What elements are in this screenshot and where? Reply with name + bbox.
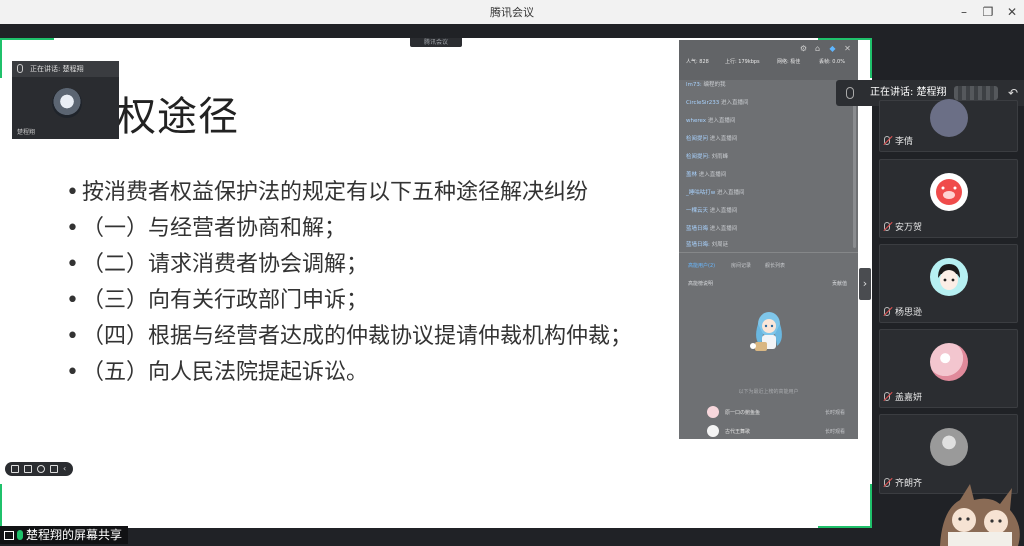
avatar <box>707 425 719 437</box>
collapse-panel-chevron-icon[interactable]: › <box>859 268 871 300</box>
stat-network: 网络: 极佳 <box>777 59 801 65</box>
share-mini-toolbar[interactable]: ‹ <box>5 462 73 476</box>
avatar <box>930 428 968 466</box>
chat-message: lm73: 编程的我 <box>686 82 726 88</box>
speaker-thumbnail[interactable]: 正在讲话: 楚程翔 楚程翔 <box>12 61 119 139</box>
corner-sticker-icon <box>940 484 1020 546</box>
blurred-avatar <box>954 86 998 100</box>
mic-muted-icon <box>884 392 890 401</box>
mascot-icon <box>750 312 782 351</box>
title-bar[interactable]: 腾讯会议 – ❐ ✕ <box>0 0 1024 24</box>
stat-upload: 上行: 179kbps <box>725 59 760 65</box>
chat-message: _睡咕咕打w 进入直播间 <box>686 190 745 196</box>
slide-bullet: • （二）请求消费者协会调解； <box>66 252 369 277</box>
chat-message: 蓝墙日晦: 刘周廷 <box>686 242 729 248</box>
tab-high-energy[interactable]: 高能用户(2) <box>688 262 715 269</box>
tab-captain-list[interactable]: 舰长列表 <box>765 262 785 269</box>
speaker-thumb-name: 楚程翔 <box>17 129 36 136</box>
participant-tile[interactable]: 李倩 <box>879 99 1018 152</box>
share-tag[interactable]: 腾讯会议 <box>410 38 462 47</box>
pin-icon[interactable]: ◆ <box>828 44 837 53</box>
window-title: 腾讯会议 <box>490 6 534 19</box>
slide-bullet: • （四）根据与经营者达成的仲裁协议提请仲裁机构仲裁； <box>66 324 633 349</box>
live-panel-tabs: 高能用户(2) 房间记录 舰长列表 <box>679 262 858 274</box>
chat-message: 一棵云天 进入直播间 <box>686 208 738 214</box>
mic-icon <box>846 87 854 99</box>
chat-message: wherex 进入直播间 <box>686 118 736 124</box>
pig-avatar-icon <box>936 179 962 205</box>
screen-share-label: 楚程翔的屏幕共享 <box>0 526 129 544</box>
mic-muted-icon <box>884 222 890 231</box>
leaderboard-help[interactable]: 高能榜说明 <box>688 280 713 287</box>
settings-icon[interactable]: ⚙ <box>799 44 808 53</box>
participant-tile[interactable]: 杨思逊 <box>879 244 1018 323</box>
leaderboard-hint: 以下为最近上榜的高能用户 <box>738 389 799 395</box>
anime-avatar-icon <box>938 264 960 290</box>
tencent-meeting-window: 腾讯会议 – ❐ ✕ 腾讯会议 权途径 • 按消费者权益保护法的规定有以下五种途径… <box>0 0 1024 546</box>
chat-message: 盖林 进入直播间 <box>686 172 727 178</box>
chat-message: CircleSir233 进入直播间 <box>686 100 749 106</box>
slide-title: 权途径 <box>116 94 239 140</box>
avatar <box>930 343 968 381</box>
mic-muted-icon <box>884 136 890 145</box>
viewer-item[interactable]: 原一口の鲍鱼鱼 长时观看 <box>707 406 851 418</box>
slide-bullet: • （一）与经营者协商和解； <box>66 216 347 241</box>
minimize-icon[interactable]: – <box>953 2 975 22</box>
chat-message: 检阅提问 进入直播间 <box>686 136 738 142</box>
panel-divider <box>679 252 858 253</box>
avatar <box>930 173 968 211</box>
slide-bullet: • 按消费者权益保护法的规定有以下五种途径解决纠纷 <box>66 180 589 205</box>
avatar <box>707 406 719 418</box>
close-icon[interactable]: ✕ <box>1001 2 1023 22</box>
chat-message: 蓝墙日晦 进入直播间 <box>686 226 738 232</box>
speaker-thumb-bar: 正在讲话: 楚程翔 <box>12 61 119 77</box>
annotate-icon[interactable] <box>11 465 19 473</box>
chat-scrollbar[interactable] <box>853 88 856 248</box>
mic-muted-icon <box>884 478 890 487</box>
stat-loss: 丢帧: 0.0% <box>819 59 845 65</box>
contribution-label: 贡献值 <box>832 281 848 287</box>
share-border-left-top <box>0 38 2 78</box>
share-border-right-bottom <box>870 484 872 528</box>
chat-icon[interactable] <box>50 465 58 473</box>
participant-tile[interactable]: 盖嘉妍 <box>879 329 1018 408</box>
share-border-right-top <box>870 38 872 78</box>
lock-icon[interactable]: ⌂ <box>813 44 822 53</box>
mic-icon <box>17 64 23 73</box>
mic-muted-icon <box>884 307 890 316</box>
avatar <box>930 258 968 296</box>
chat-message: 检阅提问: 刘雨峰 <box>686 154 729 160</box>
avatar <box>52 88 82 118</box>
camera-icon[interactable] <box>37 465 45 473</box>
participant-tile[interactable]: 安万贺 <box>879 159 1018 238</box>
screen-icon[interactable] <box>24 465 32 473</box>
stat-popularity: 人气: 828 <box>686 59 709 65</box>
live-chat-panel[interactable]: ⚙ ⌂ ◆ ✕ 人气: 828 上行: 179kbps 网络: 极佳 丢帧: 0… <box>679 40 858 439</box>
viewer-item[interactable]: 古代王舞歌 长时观看 <box>707 425 851 437</box>
share-border-bottom-right <box>818 526 872 528</box>
live-panel-header: ⚙ ⌂ ◆ ✕ 人气: 828 上行: 179kbps 网络: 极佳 丢帧: 0… <box>679 40 858 80</box>
screen-share-icon <box>4 531 14 540</box>
chevron-left-icon[interactable]: ‹ <box>63 465 71 473</box>
slide-bullet: • （三）向有关行政部门申诉； <box>66 288 369 313</box>
share-border-top-left <box>0 38 54 40</box>
avatar <box>930 99 968 137</box>
share-border-left-bottom <box>0 484 2 528</box>
slide-bullet: • （五）向人民法院提起诉讼。 <box>66 360 369 385</box>
tab-room-records[interactable]: 房间记录 <box>731 262 751 269</box>
panel-close-icon[interactable]: ✕ <box>843 44 852 53</box>
maximize-icon[interactable]: ❐ <box>977 2 999 22</box>
mic-icon <box>17 530 23 540</box>
